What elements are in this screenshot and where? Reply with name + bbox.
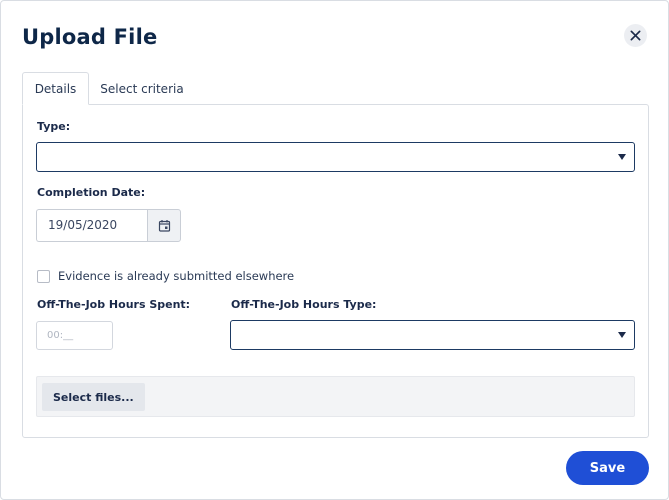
- evidence-checkbox[interactable]: [37, 269, 50, 283]
- completion-date-label: Completion Date:: [37, 186, 146, 199]
- close-icon: [630, 30, 641, 41]
- tab-bar: Details Select criteria: [22, 72, 649, 105]
- tab-select-criteria[interactable]: Select criteria: [94, 72, 190, 105]
- upload-file-dialog: Upload File Details Select criteria Type…: [0, 0, 669, 500]
- chevron-down-icon: [618, 154, 626, 160]
- evidence-checkbox-row: Evidence is already submitted elsewhere: [37, 268, 294, 284]
- hours-type-label: Off-The-Job Hours Type:: [231, 298, 377, 311]
- file-dropzone[interactable]: Select files...: [36, 376, 635, 417]
- tab-details[interactable]: Details: [22, 72, 89, 105]
- date-picker-button[interactable]: [147, 209, 181, 242]
- evidence-checkbox-label: Evidence is already submitted elsewhere: [58, 269, 295, 283]
- chevron-down-icon: [618, 332, 626, 338]
- calendar-icon: [158, 220, 170, 232]
- hours-spent-input[interactable]: 00:__: [36, 321, 113, 350]
- type-select[interactable]: [36, 142, 635, 172]
- select-files-button[interactable]: Select files...: [42, 383, 145, 411]
- save-button[interactable]: Save: [566, 451, 649, 485]
- hours-spent-label: Off-The-Job Hours Spent:: [37, 298, 191, 311]
- details-panel: Type: Completion Date: 19/05/2020 Eviden…: [22, 104, 649, 438]
- close-button[interactable]: [624, 24, 647, 47]
- hours-type-select[interactable]: [230, 320, 635, 350]
- completion-date-input[interactable]: 19/05/2020: [36, 209, 148, 242]
- type-label: Type:: [37, 120, 71, 133]
- dialog-title: Upload File: [22, 25, 158, 49]
